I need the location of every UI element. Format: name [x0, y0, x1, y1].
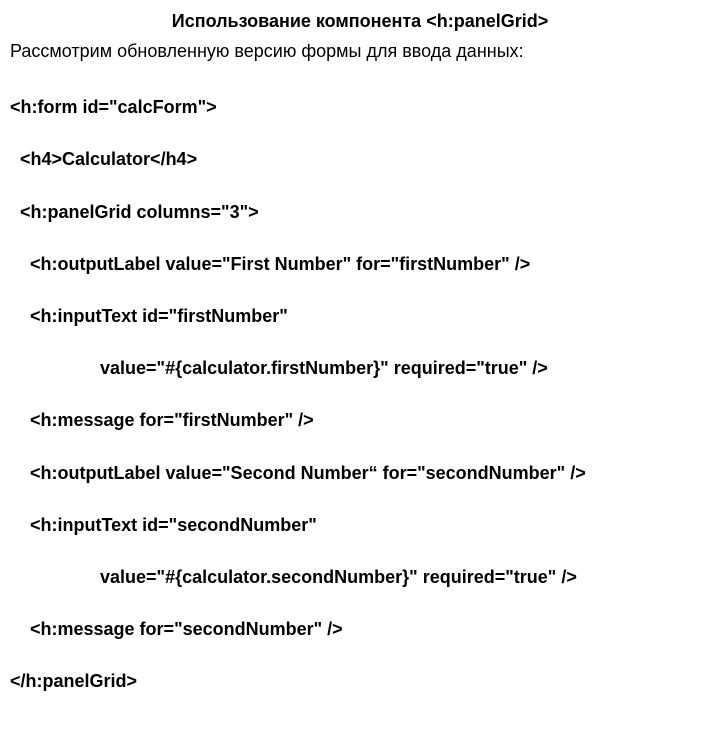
code-line: <h:inputText id="secondNumber": [10, 512, 710, 538]
code-line: value="#{calculator.firstNumber}" requir…: [10, 355, 710, 381]
code-line: <h:message for="firstNumber" />: [10, 407, 710, 433]
code-line: <h:form id="calcForm">: [10, 94, 710, 120]
intro-text: Рассмотрим обновленную версию формы для …: [10, 38, 710, 64]
code-line: <h4>Calculator</h4>: [10, 146, 710, 172]
code-line: <h:message for="secondNumber" />: [10, 616, 710, 642]
code-line: </h:panelGrid>: [10, 668, 710, 694]
code-line: <h:outputLabel value="First Number" for=…: [10, 251, 710, 277]
slide-title: Использование компонента <h:panelGrid>: [10, 8, 710, 34]
code-line: <h:panelGrid columns="3">: [10, 199, 710, 225]
code-line: value="#{calculator.secondNumber}" requi…: [10, 564, 710, 590]
code-block: <h:form id="calcForm"> <h4>Calculator</h…: [10, 68, 710, 720]
code-line: <h:inputText id="firstNumber": [10, 303, 710, 329]
code-line: <h:outputLabel value="Second Number“ for…: [10, 460, 710, 486]
